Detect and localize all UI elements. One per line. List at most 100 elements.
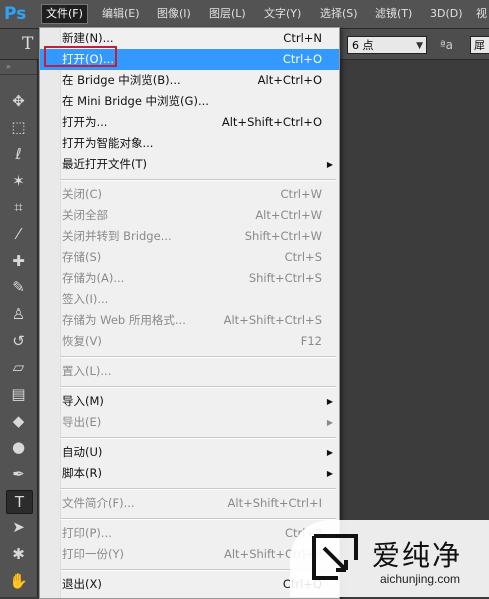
menu-item-2[interactable]: 图像(I) bbox=[153, 5, 195, 23]
menu-item-shortcut: Alt+Ctrl+O bbox=[257, 73, 322, 87]
history-brush-tool-icon[interactable]: ↺ bbox=[6, 330, 31, 352]
file-menu-item: 文件简介(F)... Alt+Shift+Ctrl+I bbox=[40, 493, 339, 514]
file-menu-item: 存储为 Web 所用格式... Alt+Shift+Ctrl+S bbox=[40, 310, 339, 331]
menu-item-7[interactable]: 3D(D) bbox=[426, 5, 467, 23]
menu-item-shortcut: Alt+Shift+Ctrl+S bbox=[223, 313, 322, 327]
file-menu-item[interactable]: 脚本(R) ▶ bbox=[40, 463, 339, 484]
file-menu-item: 导出(E) ▶ bbox=[40, 412, 339, 433]
callout-box bbox=[44, 46, 117, 67]
menu-item-shortcut: Ctrl+O bbox=[282, 52, 322, 66]
file-menu-item[interactable]: 打开为... Alt+Shift+Ctrl+O bbox=[40, 112, 339, 133]
menu-item-label: 存储为(A)... bbox=[62, 271, 125, 285]
stamp-tool-icon[interactable]: ♙ bbox=[6, 303, 31, 325]
menu-item-shortcut: Ctrl+S bbox=[284, 250, 322, 264]
menu-item-label: 退出(X) bbox=[62, 577, 102, 591]
file-menu-dropdown: 新建(N)... Ctrl+N 打开(O)... Ctrl+O 在 Bridge 中浏览… bbox=[39, 27, 340, 599]
submenu-arrow-icon: ▶ bbox=[326, 160, 333, 169]
file-menu-item[interactable]: 打开为智能对象... bbox=[40, 133, 339, 154]
watermark-logo-icon bbox=[312, 534, 358, 580]
menu-item-label: 签入(I)... bbox=[62, 292, 109, 306]
pen-tool-icon[interactable]: ✒ bbox=[6, 463, 31, 485]
anti-alias-select[interactable]: 犀 bbox=[470, 36, 489, 54]
blur-tool-icon[interactable]: ◆ bbox=[6, 410, 31, 432]
menu-item-label: 置入(L)... bbox=[62, 364, 112, 378]
eyedropper-tool-icon[interactable]: ⁄ bbox=[6, 223, 31, 245]
menu-item-1[interactable]: 编辑(E) bbox=[98, 5, 144, 23]
gradient-tool-icon[interactable]: ▤ bbox=[6, 383, 31, 405]
menu-separator bbox=[60, 488, 336, 490]
menu-item-shortcut: Shift+Ctrl+S bbox=[248, 271, 322, 285]
file-menu-item: 签入(I)... bbox=[40, 289, 339, 310]
menu-item-label: 最近打开文件(T) bbox=[62, 157, 147, 171]
menu-item-6[interactable]: 滤镜(T) bbox=[371, 5, 416, 23]
menu-item-label: 导出(E) bbox=[62, 415, 102, 429]
submenu-arrow-icon: ▶ bbox=[326, 397, 333, 406]
file-menu-item[interactable]: 在 Bridge 中浏览(B)... Alt+Ctrl+O bbox=[40, 70, 339, 91]
submenu-arrow-icon: ▶ bbox=[326, 469, 333, 478]
menu-item-shortcut: Shift+Ctrl+W bbox=[244, 229, 322, 243]
menu-item-label: 关闭全部 bbox=[62, 208, 108, 222]
type-tool-icon[interactable]: T bbox=[6, 490, 33, 514]
menu-item-label: 存储(S) bbox=[62, 250, 102, 264]
watermark-url: aichunjing.com bbox=[380, 572, 461, 586]
eraser-tool-icon[interactable]: ▱ bbox=[6, 356, 31, 378]
menu-item-label: 恢复(V) bbox=[62, 334, 102, 348]
menu-item-label: 文件简介(F)... bbox=[62, 496, 135, 510]
menu-item-label: 在 Bridge 中浏览(B)... bbox=[62, 73, 181, 87]
menu-item-shortcut: Alt+Ctrl+W bbox=[255, 208, 322, 222]
menu-item-shortcut: Ctrl+N bbox=[283, 31, 322, 45]
menu-item-5[interactable]: 选择(S) bbox=[316, 5, 362, 23]
chevron-down-icon: ▼ bbox=[416, 41, 423, 51]
menu-item-0[interactable]: 文件(F) bbox=[41, 4, 88, 24]
file-menu-item: 关闭并转到 Bridge... Shift+Ctrl+W bbox=[40, 226, 339, 247]
file-menu-item: 存储为(A)... Shift+Ctrl+S bbox=[40, 268, 339, 289]
menu-item-4[interactable]: 文字(Y) bbox=[260, 5, 305, 23]
menu-item-8[interactable]: 视 bbox=[472, 5, 489, 23]
file-menu-item[interactable]: 自动(U) ▶ bbox=[40, 442, 339, 463]
anti-alias-icon[interactable]: ªa bbox=[440, 38, 453, 52]
file-menu-item: 恢复(V) F12 bbox=[40, 331, 339, 352]
type-tool-preset-icon[interactable]: T bbox=[22, 34, 33, 54]
file-menu-item[interactable]: 最近打开文件(T) ▶ bbox=[40, 154, 339, 175]
menu-item-shortcut: Ctrl+W bbox=[280, 187, 322, 201]
menu-item-label: 在 Mini Bridge 中浏览(G)... bbox=[62, 94, 209, 108]
dodge-tool-icon[interactable]: ● bbox=[6, 436, 31, 458]
watermark-title: 爱纯净 bbox=[372, 539, 463, 572]
shape-tool-icon[interactable]: ✱ bbox=[6, 543, 31, 565]
menu-separator bbox=[60, 179, 336, 181]
brush-tool-icon[interactable]: ✎ bbox=[6, 276, 31, 298]
path-selection-tool-icon[interactable]: ➤ bbox=[6, 516, 31, 538]
marquee-tool-icon[interactable]: ⬚ bbox=[6, 116, 31, 138]
menu-item-label: 打开为... bbox=[62, 115, 108, 129]
menu-item-label: 打印一份(Y) bbox=[62, 547, 124, 561]
menu-separator bbox=[60, 437, 336, 439]
menu-item-label: 打开为智能对象... bbox=[62, 136, 154, 150]
menu-item-label: 导入(M) bbox=[62, 394, 104, 408]
menu-item-label: 存储为 Web 所用格式... bbox=[62, 313, 186, 327]
file-menu-item: 关闭全部 Alt+Ctrl+W bbox=[40, 205, 339, 226]
lasso-tool-icon[interactable]: ℓ bbox=[6, 143, 31, 165]
watermark: 爱纯净 aichunjing.com bbox=[290, 520, 489, 597]
file-menu-item[interactable]: 在 Mini Bridge 中浏览(G)... bbox=[40, 91, 339, 112]
photoshop-logo-icon: Ps bbox=[4, 4, 27, 24]
magic-wand-tool-icon[interactable]: ✶ bbox=[6, 170, 31, 192]
menu-item-label: 自动(U) bbox=[62, 445, 103, 459]
file-menu-item[interactable]: 导入(M) ▶ bbox=[40, 391, 339, 412]
healing-brush-tool-icon[interactable]: ✚ bbox=[6, 250, 31, 272]
submenu-arrow-icon: ▶ bbox=[326, 448, 333, 457]
menu-item-3[interactable]: 图层(L) bbox=[205, 5, 250, 23]
menu-separator bbox=[60, 356, 336, 358]
file-menu-item: 关闭(C) Ctrl+W bbox=[40, 184, 339, 205]
file-menu-item: 存储(S) Ctrl+S bbox=[40, 247, 339, 268]
menu-item-label: 脚本(R) bbox=[62, 466, 102, 480]
collapse-icon[interactable]: » bbox=[0, 60, 37, 75]
font-size-select[interactable]: 6 点 ▼ bbox=[347, 36, 427, 54]
crop-tool-icon[interactable]: ⌗ bbox=[6, 196, 31, 218]
menu-bar: Ps 文件(F) 编辑(E) 图像(I) 图层(L) 文字(Y) 选择(S) 滤镜(T) 3D… bbox=[0, 0, 489, 29]
tools-panel: » ✥ ⬚ ℓ ✶ ⌗ ⁄ ✚ ✎ ♙ ↺ ▱ ▤ ◆ ● ✒ T ➤ ✱ ✋ bbox=[0, 60, 38, 597]
file-menu-item: 置入(L)... bbox=[40, 361, 339, 382]
hand-tool-icon[interactable]: ✋ bbox=[6, 570, 31, 592]
menu-item-label: 关闭(C) bbox=[62, 187, 103, 201]
move-tool-icon[interactable]: ✥ bbox=[6, 90, 31, 112]
submenu-arrow-icon: ▶ bbox=[326, 418, 333, 427]
